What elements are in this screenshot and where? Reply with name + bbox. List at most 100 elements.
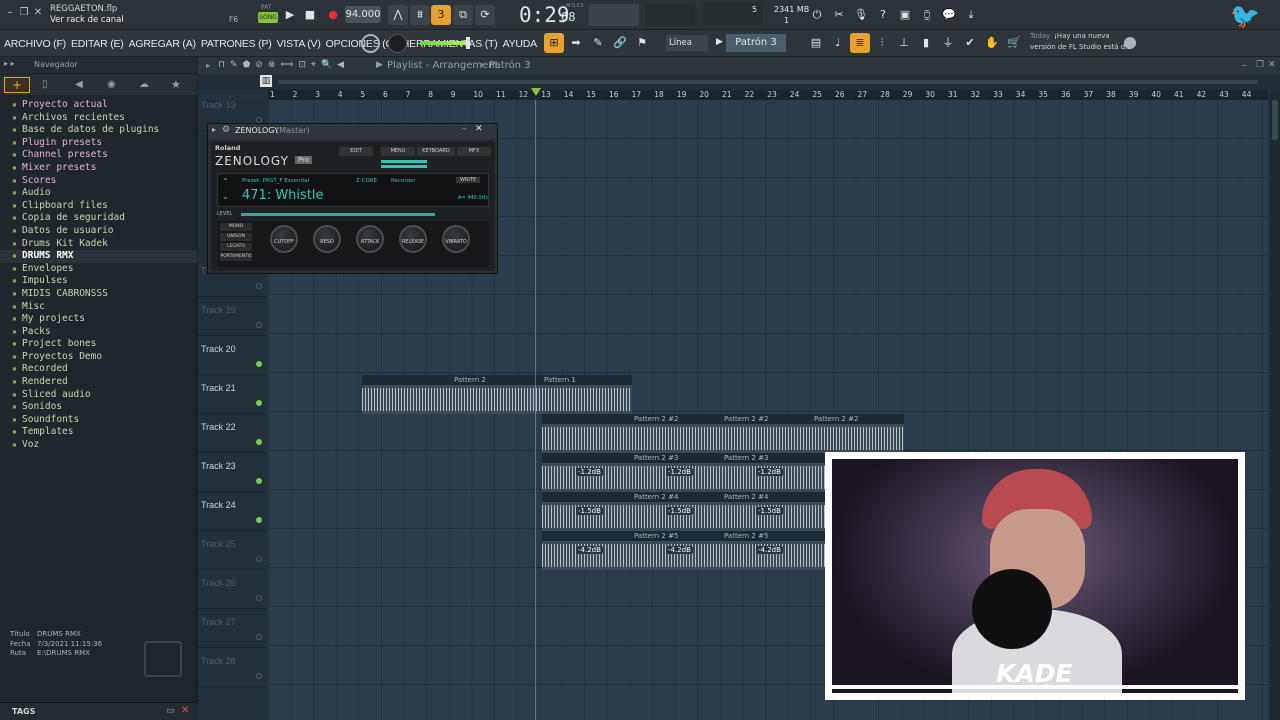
browser-item[interactable]: ▪ Clipboard files xyxy=(0,200,197,213)
track-led-icon[interactable] xyxy=(256,478,262,484)
plugin-minimize-icon[interactable]: – xyxy=(462,124,467,134)
restore-icon[interactable]: ❐ xyxy=(18,7,30,19)
menu-vista[interactable]: VISTA (V) xyxy=(277,38,321,50)
browser-item[interactable]: ▪ Proyectos Demo xyxy=(0,351,197,364)
browser-item[interactable]: ▪ Sliced audio xyxy=(0,389,197,402)
keyboard-button[interactable]: KEYBOARD xyxy=(417,147,455,156)
playlist-minimize-icon[interactable]: – xyxy=(1242,57,1247,74)
plugin-menu-icon[interactable]: ▸ xyxy=(212,125,216,134)
unison-button[interactable]: UNISON xyxy=(220,233,252,241)
news-globe-icon[interactable] xyxy=(1124,37,1136,49)
touch-keyboard-icon[interactable]: ✋ xyxy=(982,33,1002,53)
all-tab-icon[interactable]: + xyxy=(4,77,30,93)
browser-item[interactable]: ▪ Rendered xyxy=(0,376,197,389)
browser-item[interactable]: ▪ DRUMS RMX xyxy=(0,250,197,263)
pattern-arrow-icon[interactable]: ▶ xyxy=(716,37,723,47)
files-tab-icon[interactable]: ▯ xyxy=(42,79,48,90)
menu-ayuda[interactable]: AYUDA xyxy=(503,38,538,50)
track-header[interactable]: Track 27 xyxy=(198,609,266,648)
browser-item[interactable]: ▪ My projects xyxy=(0,313,197,326)
track-led-icon[interactable] xyxy=(256,556,262,562)
browser-item[interactable]: ▪ Impulses xyxy=(0,275,197,288)
playlist-close-icon[interactable]: ✕ xyxy=(1268,57,1276,74)
browser-item[interactable]: ▪ MIDIS CABRONSSS xyxy=(0,288,197,301)
menu-editar[interactable]: EDITAR (E) xyxy=(71,38,124,50)
mono-button[interactable]: MONO xyxy=(220,223,252,231)
master-volume-handle[interactable] xyxy=(466,37,470,49)
menu-agregar[interactable]: AGREGAR (A) xyxy=(129,38,196,50)
track-led-icon[interactable] xyxy=(256,517,262,523)
plugin-titlebar[interactable]: ▸ ⚙ ZENOLOGY (Master) – ✕ xyxy=(208,124,497,139)
menu-button[interactable]: MENU xyxy=(381,147,415,156)
cloud-tab-icon[interactable]: ☁ xyxy=(139,79,149,90)
track-led-icon[interactable] xyxy=(256,595,262,601)
track-led-icon[interactable] xyxy=(256,283,262,289)
chat-icon[interactable]: 💬 xyxy=(939,5,959,25)
track-header[interactable]: Track 22 xyxy=(198,414,266,453)
minimize-icon[interactable]: – xyxy=(4,7,16,19)
stamp-icon[interactable]: ⚑ xyxy=(632,33,652,53)
menu-archivo[interactable]: ARCHIVO (F) xyxy=(4,38,66,50)
browser-item[interactable]: ▪ Channel presets xyxy=(0,149,197,162)
level-slider[interactable] xyxy=(241,213,435,216)
patch-display[interactable]: ⌃ ⌄ Preset: PRST_F Essential Z-CORE Reco… xyxy=(217,173,489,207)
edit-button[interactable]: EDIT xyxy=(339,147,373,156)
playlist-tools-icon[interactable]: ⊓✎⬟⊘⊗⟺⊡⌖🔍◀ xyxy=(218,57,349,74)
portamento-button[interactable]: PORTAMENTO xyxy=(220,253,252,261)
playlist-maximize-icon[interactable]: ❐ xyxy=(1256,57,1264,74)
plugin-icon[interactable]: ⧮ xyxy=(917,5,937,25)
legato-button[interactable]: LEGATO xyxy=(220,243,252,251)
volume-knob[interactable] xyxy=(388,34,407,53)
menu-patrones[interactable]: PATRONES (P) xyxy=(201,38,272,50)
playlist-play-icon[interactable]: ▶ xyxy=(376,57,383,74)
browser-item[interactable]: ▪ Audio xyxy=(0,187,197,200)
playlist-horizontal-scroll[interactable] xyxy=(278,80,1258,84)
snap-select[interactable]: Línea xyxy=(666,35,708,51)
clip-track24-pattern2-5[interactable]: Pattern 2 #5 -4.2dB -4.2dB -4.2dB xyxy=(542,531,832,570)
mfx-button[interactable]: MFX xyxy=(457,147,491,156)
browser-item[interactable]: ▪ Sonidos xyxy=(0,401,197,414)
track-led-icon[interactable] xyxy=(256,634,262,640)
plug-icon[interactable]: ⏚ xyxy=(938,33,958,53)
clip-track23-pattern2-4[interactable]: Pattern 2 #4 -1.5dB -1.5dB -1.5dB xyxy=(542,492,832,531)
microphone-icon[interactable]: 🎙 xyxy=(851,5,871,25)
pencil-icon[interactable]: ✎ xyxy=(588,33,608,53)
browser-item[interactable]: ▪ Recorded xyxy=(0,363,197,376)
master-volume-slider[interactable] xyxy=(420,41,470,45)
speaker-tab-icon[interactable]: ◀ xyxy=(75,79,83,90)
browser-item[interactable]: ▪ Scores xyxy=(0,175,197,188)
plugin-picker-icon[interactable]: ⊥ xyxy=(894,33,914,53)
track-header[interactable]: Track 23 xyxy=(198,453,266,492)
record-button[interactable]: ● xyxy=(323,5,343,25)
browser-item[interactable]: ▪ Soundfonts xyxy=(0,414,197,427)
channel-rack-icon[interactable]: ≣ xyxy=(850,33,870,53)
track-header[interactable]: Track 21 xyxy=(198,375,266,414)
playlist-view-icon[interactable]: ▤ xyxy=(806,33,826,53)
news-line2[interactable]: versión de FL Studio está d... xyxy=(1030,43,1132,51)
track-header[interactable]: Track 19 xyxy=(198,297,266,336)
track-led-icon[interactable] xyxy=(256,439,262,445)
browser-item[interactable]: ▪ Proyecto actual xyxy=(0,99,197,112)
browser-arrows-icon[interactable]: ▸ ▸ xyxy=(4,59,15,68)
pin-icon[interactable]: ✔ xyxy=(960,33,980,53)
browser-item[interactable]: ▪ Base de datos de plugins xyxy=(0,124,197,137)
loop-record-icon[interactable]: ⟳ xyxy=(475,5,495,25)
plugins-tab-icon[interactable]: ◉ xyxy=(107,79,116,90)
patch-down-icon[interactable]: ⌄ xyxy=(222,192,229,201)
piano-roll-icon[interactable]: ♩ xyxy=(828,33,848,53)
browser-item[interactable]: ▪ Archivos recientes xyxy=(0,112,197,125)
arrow-right-icon[interactable]: ➡ xyxy=(566,33,586,53)
track-header[interactable]: Track 25 xyxy=(198,531,266,570)
plugin-close-icon[interactable]: ✕ xyxy=(475,124,483,134)
browser-item[interactable]: ▪ Datos de usuario xyxy=(0,225,197,238)
browser-item[interactable]: ▪ Voz xyxy=(0,439,197,452)
browser-item[interactable]: ▪ Project bones xyxy=(0,338,197,351)
browser-item[interactable]: ▪ Packs xyxy=(0,326,197,339)
news-line1[interactable]: ¡Hay una nueva xyxy=(1054,32,1110,40)
tempo-display[interactable]: 94.000 xyxy=(345,6,381,23)
favorites-tab-icon[interactable]: ★ xyxy=(171,78,181,91)
zenology-plugin-window[interactable]: ▸ ⚙ ZENOLOGY (Master) – ✕ Roland ZENOLOG… xyxy=(207,123,498,274)
snap-toggle-icon[interactable]: ⊞ xyxy=(544,33,564,53)
stop-button[interactable]: ■ xyxy=(300,5,320,25)
playhead-marker-icon[interactable] xyxy=(531,88,541,96)
